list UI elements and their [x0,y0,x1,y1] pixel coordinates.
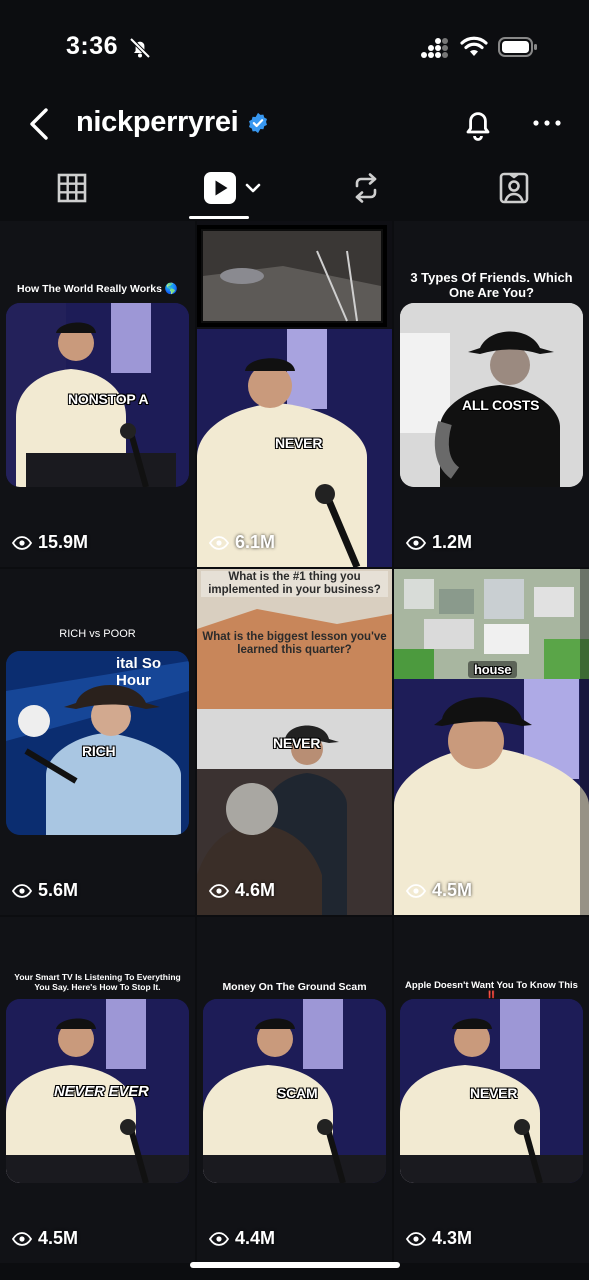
tab-grid[interactable] [52,168,92,208]
view-count: 4.5M [12,1228,78,1249]
reel-caption: 3 Types Of Friends. Which One Are You? [410,270,573,300]
view-count: 4.4M [209,1228,275,1249]
wifi-icon [460,36,488,56]
view-count: 1.2M [406,532,472,553]
tab-reels[interactable] [200,168,264,208]
tab-reposts[interactable] [346,168,386,208]
reel-thumbnail: ital So Hour RICH [6,651,189,835]
reel-overlay-text: ALL COSTS [462,397,540,413]
reel-overlay-text: NONSTOP A [68,391,149,407]
profile-tabs [0,160,589,220]
reel-caption: How The World Really Works 🌎 [17,283,178,295]
reel-overlay-text: house [468,661,518,678]
view-count-text: 15.9M [38,532,89,552]
reels-grid: How The World Really Works 🌎 NONSTOP A 1… [0,221,589,1280]
reel-post-9[interactable]: Apple Doesn't Want You To Know This ‼️ N… [394,917,589,1263]
reel-post-1[interactable]: How The World Really Works 🌎 NONSTOP A 1… [0,221,195,567]
thumbnail-image [394,569,589,915]
reel-caption: Money On The Ground Scam [222,981,367,993]
reel-post-8[interactable]: Money On The Ground Scam SCAM 4.4M [197,917,392,1263]
view-count-text: 4.3M [432,1228,473,1248]
view-count: 4.5M [406,880,472,901]
status-bar: 3:36 [0,0,589,96]
view-count: 4.3M [406,1228,472,1249]
more-options-icon[interactable] [530,110,564,136]
play-views-icon [209,1231,229,1246]
profile-header: nickperryrei [0,96,589,152]
repost-icon [355,173,377,203]
play-views-icon [406,1231,426,1246]
reel-caption-secondary: What is the biggest lesson you've learne… [202,631,387,657]
reels-play-icon [204,172,236,204]
username-text: nickperryrei [76,106,239,138]
view-count-text: 4.5M [38,1228,79,1248]
status-time: 3:36 [66,32,119,60]
reel-thumbnail: SCAM [203,999,386,1183]
play-views-icon [406,883,426,898]
view-count-text: 4.4M [235,1228,276,1248]
active-tab-indicator [189,216,249,219]
play-views-icon [209,883,229,898]
view-count-text: 5.6M [38,880,79,900]
notifications-bell-icon[interactable] [460,104,496,144]
grid-icon [57,173,87,203]
view-count-text: 4.6M [235,880,276,900]
view-count-text: 1.2M [432,532,473,552]
reel-post-2[interactable]: NEVER 6.1M [197,221,392,567]
reel-thumbnail: NEVER EVER [6,999,189,1183]
reel-overlay-text: NEVER [470,1085,518,1101]
reel-overlay-text: NEVER [273,735,321,751]
tab-tagged[interactable] [494,168,534,208]
tagged-user-icon [499,172,529,204]
reel-post-4[interactable]: RICH vs POOR ital So Hour RICH 5.6M [0,569,195,915]
chevron-down-icon [245,183,261,193]
cellular-signal-icon [421,38,448,58]
reel-thumbnail: NEVER [400,999,583,1183]
reel-post-5[interactable]: What is the #1 thing you implemented in … [197,569,392,915]
reel-overlay-text: NEVER EVER [54,1083,149,1100]
play-views-icon [406,535,426,550]
reel-overlay-text: SCAM [277,1085,318,1101]
reel-overlay-text: NEVER [275,435,323,451]
home-indicator[interactable] [190,1262,400,1268]
thumbnail-image [197,225,392,567]
view-count: 5.6M [12,880,78,901]
reel-caption: What is the #1 thing you implemented in … [201,571,388,598]
play-views-icon [12,535,32,550]
bell-muted-icon [129,37,151,59]
reel-post-7[interactable]: Your Smart TV Is Listening To Everything… [0,917,195,1263]
reel-overlay-text: RICH [82,743,116,759]
reel-post-3[interactable]: 3 Types Of Friends. Which One Are You? A… [394,221,589,567]
profile-username: nickperryrei [76,106,269,139]
back-arrow-icon[interactable] [24,104,58,144]
reel-caption: Your Smart TV Is Listening To Everything… [14,972,181,992]
view-count: 4.6M [209,880,275,901]
battery-icon [498,37,537,57]
view-count-text: 6.1M [235,532,276,552]
thumbnail-image [400,303,583,487]
play-views-icon [209,535,229,550]
reel-thumbnail: ALL COSTS [400,303,583,487]
reel-caption: RICH vs POOR [59,628,136,640]
screen-text: ital So Hour [116,655,162,690]
play-views-icon [12,883,32,898]
reel-thumbnail: NONSTOP A [6,303,189,487]
verified-badge-icon [249,112,268,133]
reel-post-6[interactable]: house 4.5M [394,569,589,915]
view-count: 6.1M [209,532,275,553]
play-views-icon [12,1231,32,1246]
view-count-text: 4.5M [432,880,473,900]
view-count: 15.9M [12,532,88,553]
